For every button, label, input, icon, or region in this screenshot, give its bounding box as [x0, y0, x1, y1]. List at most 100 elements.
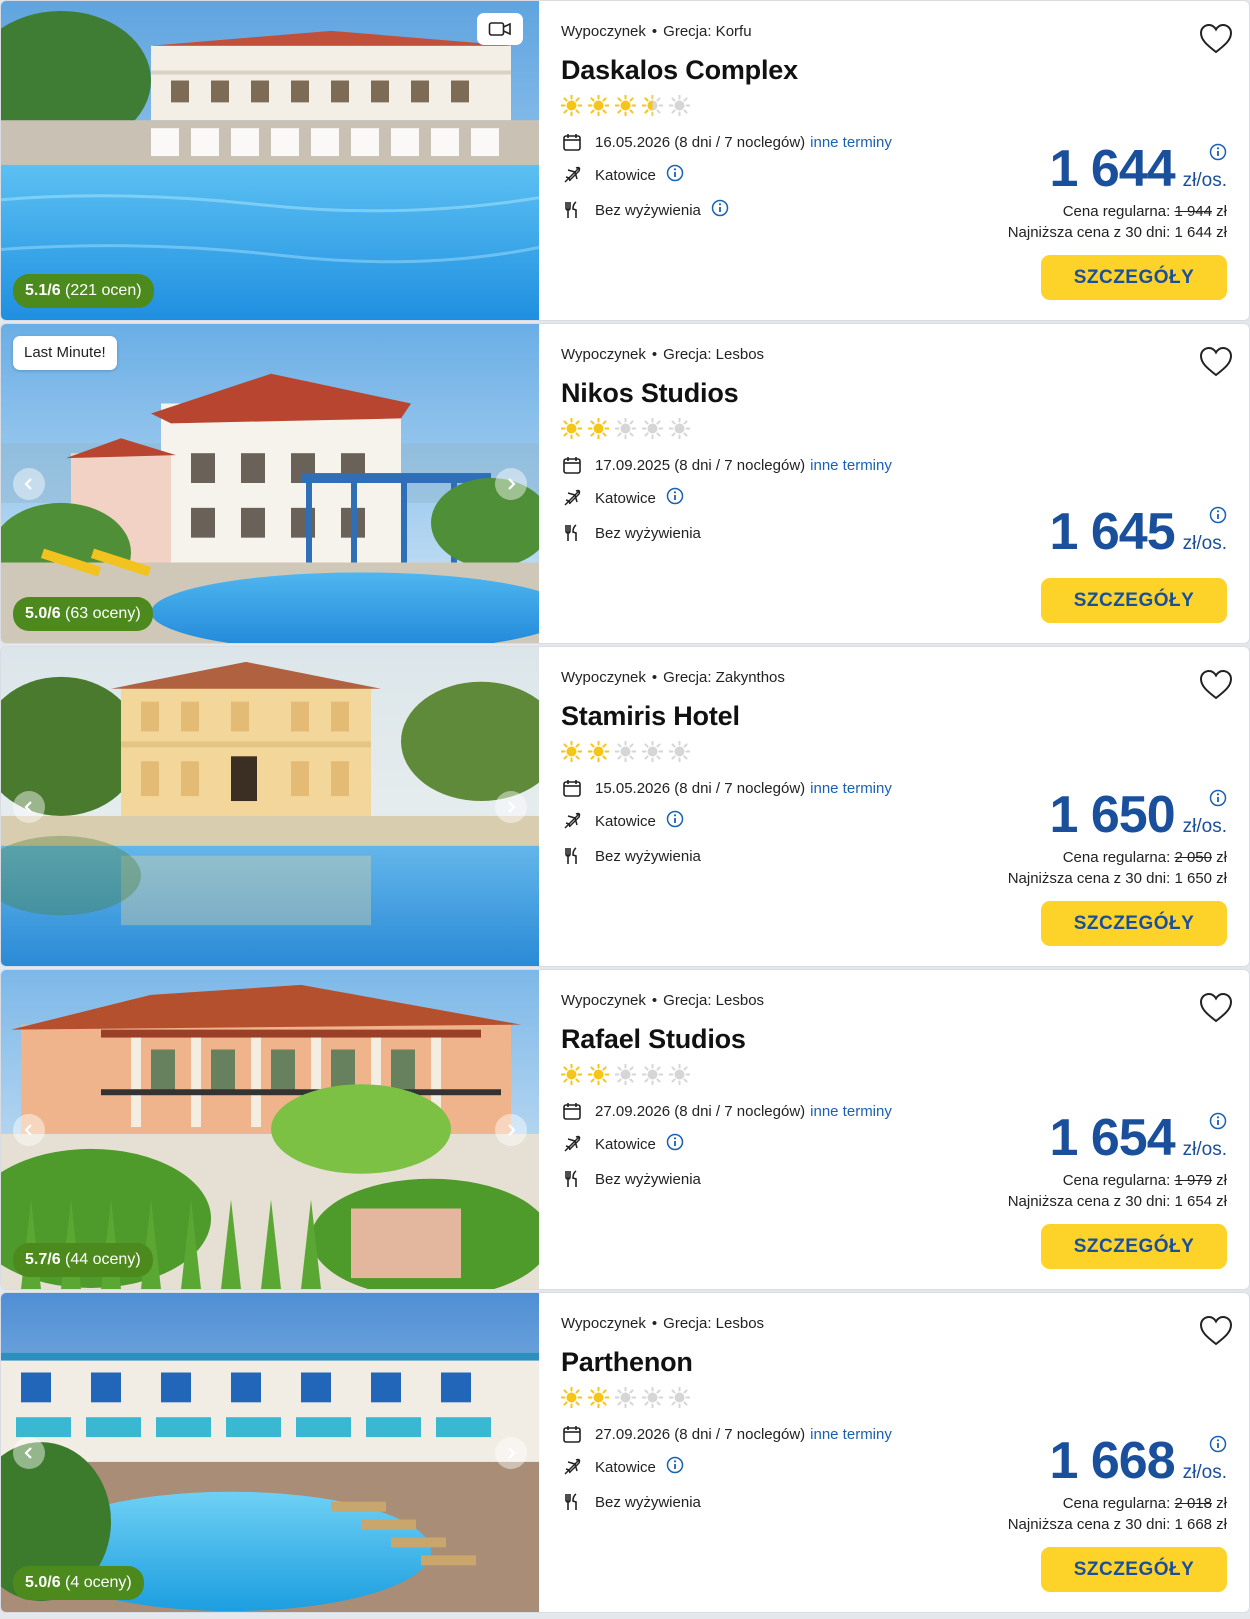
star-icon — [560, 417, 583, 444]
star-icon — [668, 1063, 691, 1090]
other-dates-link[interactable]: inne terminy — [810, 780, 892, 797]
board-row: Bez wyżywienia — [561, 199, 729, 221]
offer-card[interactable]: 5.1/6 (221 ocen) Wypoczynek • Grecja: Korf… — [0, 0, 1250, 321]
star-icon — [560, 94, 583, 121]
rating-score: 5.1/6 — [25, 282, 61, 299]
hotel-name[interactable]: Nikos Studios — [561, 378, 739, 409]
star-icon — [587, 94, 610, 121]
offer-date-row: 27.09.2026 (8 dni / 7 noclegów) inne ter… — [561, 1100, 892, 1122]
gallery-prev-button[interactable] — [13, 467, 45, 500]
price-box: 1 644 zł/os. Cena regularna: 1 944 zł Na… — [1008, 143, 1227, 241]
info-icon[interactable] — [656, 1456, 684, 1478]
breadcrumb: Wypoczynek • Grecja: Lesbos — [561, 1315, 765, 1332]
departure-row: Katowice — [561, 164, 684, 186]
other-dates-link[interactable]: inne terminy — [810, 1426, 892, 1443]
info-icon[interactable] — [1209, 1112, 1227, 1130]
departure-city: Katowice — [595, 812, 656, 830]
info-icon[interactable] — [656, 810, 684, 832]
departure-city: Katowice — [595, 166, 656, 184]
star-icon — [587, 1386, 610, 1413]
hotel-name[interactable]: Stamiris Hotel — [561, 701, 740, 732]
hotel-photo-gallery[interactable] — [1, 647, 539, 966]
hotel-photo-gallery[interactable]: 5.1/6 (221 ocen) — [1, 1, 539, 320]
calendar-icon — [561, 777, 583, 799]
offer-destination: Grecja: Zakynthos — [663, 669, 785, 686]
star-icon — [614, 417, 637, 444]
info-icon[interactable] — [1209, 506, 1227, 524]
gallery-prev-button[interactable] — [13, 1436, 45, 1469]
rating-count: (4 oceny) — [65, 1574, 132, 1591]
board-row: Bez wyżywienia — [561, 1491, 701, 1513]
departure-row: Katowice — [561, 1133, 684, 1155]
offer-date: 17.09.2025 (8 dni / 7 noclegów) — [595, 456, 806, 474]
info-icon[interactable] — [656, 164, 684, 186]
heart-icon[interactable] — [1199, 992, 1233, 1024]
info-icon[interactable] — [656, 1133, 684, 1155]
price-amount: 1 668 — [1049, 1432, 1176, 1490]
price-unit: zł/os. — [1182, 533, 1227, 554]
calendar-icon — [561, 1100, 583, 1122]
info-icon[interactable] — [1209, 789, 1227, 807]
info-icon[interactable] — [1209, 1435, 1227, 1453]
star-icon — [587, 740, 610, 767]
lowest-price-30-days: Najniższa cena z 30 dni: 1 668 zł — [1007, 1516, 1227, 1533]
video-icon[interactable] — [477, 13, 523, 45]
info-icon[interactable] — [656, 487, 684, 509]
board-row: Bez wyżywienia — [561, 522, 701, 544]
gallery-next-button[interactable] — [495, 1436, 527, 1469]
regular-price-label: Cena regularna: — [1062, 203, 1171, 220]
lowest-price-30-days: Najniższa cena z 30 dni: 1 650 zł — [1007, 870, 1227, 887]
offer-category: Wypoczynek — [561, 1315, 646, 1332]
regular-price-value: 1 944 — [1174, 203, 1212, 220]
offer-card[interactable]: 5.0/6 (4 oceny) Wypoczynek • Grecja: Lesbo… — [0, 1292, 1250, 1613]
board-type: Bez wyżywienia — [595, 847, 701, 865]
offer-card[interactable]: Wypoczynek • Grecja: Zakynthos Stamiris Ho… — [0, 646, 1250, 967]
gallery-prev-button[interactable] — [13, 1113, 45, 1146]
hotel-name[interactable]: Rafael Studios — [561, 1024, 746, 1055]
plane-icon — [561, 1456, 583, 1478]
offer-card[interactable]: 5.7/6 (44 oceny) Wypoczynek • Grecja: Lesb… — [0, 969, 1250, 1290]
details-button[interactable]: SZCZEGÓŁY — [1041, 578, 1227, 623]
details-button[interactable]: SZCZEGÓŁY — [1041, 1547, 1227, 1592]
calendar-icon — [561, 454, 583, 476]
rating-badge: 5.7/6 (44 oceny) — [13, 1243, 153, 1277]
calendar-icon — [561, 131, 583, 153]
gallery-next-button[interactable] — [495, 467, 527, 500]
offer-date: 27.09.2026 (8 dni / 7 noclegów) — [595, 1102, 806, 1120]
other-dates-link[interactable]: inne terminy — [810, 1103, 892, 1120]
plane-icon — [561, 164, 583, 186]
price-box: 1 668 zł/os. Cena regularna: 2 018 zł Na… — [1008, 1435, 1227, 1533]
hotel-photo-gallery[interactable]: 5.7/6 (44 oceny) — [1, 970, 539, 1289]
regular-price-currency: zł — [1216, 1495, 1227, 1512]
breadcrumb: Wypoczynek • Grecja: Zakynthos — [561, 669, 785, 686]
price-box: 1 650 zł/os. Cena regularna: 2 050 zł Na… — [1008, 789, 1227, 887]
details-button[interactable]: SZCZEGÓŁY — [1041, 1224, 1227, 1269]
details-button[interactable]: SZCZEGÓŁY — [1041, 255, 1227, 300]
heart-icon[interactable] — [1199, 346, 1233, 378]
gallery-prev-button[interactable] — [13, 790, 45, 823]
info-icon[interactable] — [701, 199, 729, 221]
price: 1 650 zł/os. — [1008, 789, 1228, 841]
offer-card[interactable]: Last Minute! 5.0/6 (63 oceny) Wypoczynek… — [0, 323, 1250, 644]
hotel-name[interactable]: Parthenon — [561, 1347, 693, 1378]
other-dates-link[interactable]: inne terminy — [810, 134, 892, 151]
other-dates-link[interactable]: inne terminy — [810, 457, 892, 474]
gallery-next-button[interactable] — [495, 1113, 527, 1146]
offer-info: Wypoczynek • Grecja: Lesbos Nikos Studios … — [539, 324, 1249, 643]
heart-icon[interactable] — [1199, 23, 1233, 55]
details-button[interactable]: SZCZEGÓŁY — [1041, 901, 1227, 946]
offer-category: Wypoczynek — [561, 23, 646, 40]
departure-city: Katowice — [595, 1458, 656, 1476]
info-icon[interactable] — [1209, 143, 1227, 161]
rating-score: 5.7/6 — [25, 1251, 61, 1268]
hotel-name[interactable]: Daskalos Complex — [561, 55, 798, 86]
heart-icon[interactable] — [1199, 669, 1233, 701]
breadcrumb: Wypoczynek • Grecja: Lesbos — [561, 346, 765, 363]
hotel-photo-gallery[interactable]: 5.0/6 (4 oceny) — [1, 1293, 539, 1612]
heart-icon[interactable] — [1199, 1315, 1233, 1347]
price-box: 1 645 zł/os. — [1050, 506, 1228, 558]
gallery-next-button[interactable] — [495, 790, 527, 823]
star-icon — [614, 1063, 637, 1090]
regular-price-currency: zł — [1216, 1172, 1227, 1189]
hotel-photo-gallery[interactable]: Last Minute! 5.0/6 (63 oceny) — [1, 324, 539, 643]
